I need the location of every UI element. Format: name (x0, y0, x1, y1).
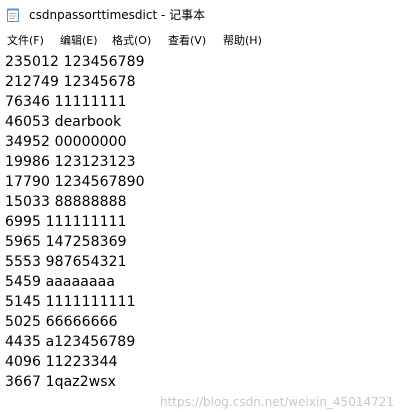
menu-bar: 文件(F) 编辑(E) 格式(O) 查看(V) 帮助(H) (0, 30, 400, 51)
text-editor[interactable]: 235012 123456789 212749 12345678 76346 1… (0, 52, 400, 412)
text-line: 6995 111111111 (5, 214, 127, 230)
text-line: 19986 123123123 (5, 154, 136, 170)
text-line: 4435 a123456789 (5, 334, 136, 350)
text-line: 235012 123456789 (5, 54, 145, 70)
text-line: 212749 12345678 (5, 74, 136, 90)
text-line: 5145 1111111111 (5, 294, 136, 310)
text-line: 34952 00000000 (5, 134, 127, 150)
menu-help[interactable]: 帮助(H) (223, 33, 262, 48)
window-title: csdnpassorttimesdict - 记事本 (29, 8, 206, 22)
text-line: 5553 987654321 (5, 254, 127, 270)
notepad-window: csdnpassorttimesdict - 记事本 文件(F) 编辑(E) 格… (0, 0, 400, 412)
text-line: 3667 1qaz2wsx (5, 374, 117, 390)
notepad-icon (7, 8, 19, 22)
title-bar[interactable]: csdnpassorttimesdict - 记事本 (0, 0, 400, 30)
text-line: 76346 11111111 (5, 94, 127, 110)
text-line: 5965 147258369 (5, 234, 127, 250)
text-line: 4096 11223344 (5, 354, 118, 370)
menu-file[interactable]: 文件(F) (7, 33, 44, 48)
menu-view[interactable]: 查看(V) (168, 33, 206, 48)
text-line: 5025 66666666 (5, 314, 118, 330)
text-line: 15033 88888888 (5, 194, 127, 210)
text-line: 5459 aaaaaaaa (5, 274, 116, 290)
text-line: 17790 1234567890 (5, 174, 145, 190)
watermark: https://blog.csdn.net/weixin_45014721 (159, 395, 394, 409)
menu-format[interactable]: 格式(O) (112, 33, 151, 48)
menu-edit[interactable]: 编辑(E) (60, 33, 98, 48)
text-line: 46053 dearbook (5, 114, 122, 130)
